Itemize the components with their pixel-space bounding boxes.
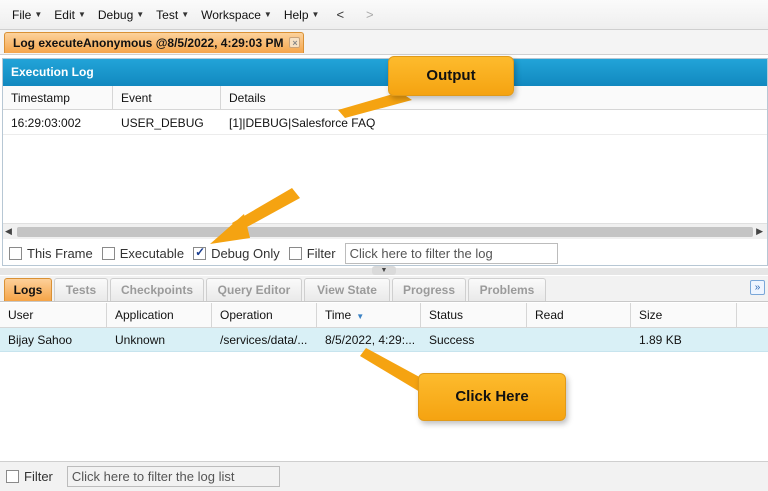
menu-test[interactable]: Test ▼ [150, 0, 195, 30]
menu-debug-label: Debug [97, 7, 134, 22]
logs-column-headers: User Application Operation Time ▼ Status … [0, 303, 768, 328]
column-header-application[interactable]: Application [107, 303, 212, 328]
menu-workspace[interactable]: Workspace ▼ [195, 0, 278, 30]
output-callout: Output [388, 56, 514, 96]
back-button[interactable]: < [325, 7, 355, 22]
this-frame-label: This Frame [27, 245, 93, 261]
forward-button[interactable]: > [355, 7, 385, 22]
menu-file-label: File [12, 7, 32, 22]
column-header-size[interactable]: Size [631, 303, 737, 328]
executable-checkbox[interactable] [101, 246, 115, 260]
menu-test-label: Test [156, 7, 179, 22]
log-tab[interactable]: Log executeAnonymous @8/5/2022, 4:29:03 … [4, 32, 305, 53]
menu-help[interactable]: Help ▼ [278, 0, 326, 30]
tab-view-state[interactable]: View State [304, 278, 390, 301]
operation-cell: /services/data/... [220, 333, 308, 347]
menu-debug[interactable]: Debug ▼ [92, 0, 150, 30]
read-cell [527, 328, 631, 352]
log-list-row[interactable]: Bijay Sahoo Unknown /services/data/... 8… [0, 328, 768, 352]
execution-log-row[interactable]: 16:29:03:002 USER_DEBUG [1]|DEBUG|Salesf… [3, 111, 767, 135]
event-cell: USER_DEBUG [121, 116, 204, 130]
details-cell: [1]|DEBUG|Salesforce FAQ [229, 116, 376, 130]
bottom-tab-bar: Logs Tests Checkpoints Query Editor View… [0, 276, 768, 302]
column-header-user[interactable]: User [0, 303, 107, 328]
menu-edit-label: Edit [54, 7, 75, 22]
column-header-read[interactable]: Read [527, 303, 631, 328]
click-here-arrow [360, 348, 425, 392]
menu-file[interactable]: File ▼ [6, 0, 48, 30]
panel-splitter[interactable]: ▼ [0, 266, 768, 275]
sort-descending-icon: ▼ [356, 312, 365, 321]
menu-bar: File ▼ Edit ▼ Debug ▼ Test ▼ Workspace ▼ Help… [0, 0, 768, 30]
time-cell: 8/5/2022, 4:29:... [325, 333, 416, 347]
tab-logs[interactable]: Logs [4, 278, 52, 301]
size-cell: 1.89 KB [639, 333, 682, 347]
this-frame-checkbox[interactable] [9, 246, 22, 260]
log-tab-label: Log executeAnonymous @8/5/2022, 4:29:03 … [13, 36, 284, 50]
log-filter-input[interactable]: Click here to filter the log [344, 242, 558, 264]
click-here-callout: Click Here [418, 373, 566, 421]
scrollbar-thumb[interactable] [17, 227, 753, 237]
application-cell: Unknown [115, 333, 166, 347]
user-cell: Bijay Sahoo [8, 333, 73, 347]
timestamp-cell: 16:29:03:002 [11, 116, 82, 130]
scroll-left-icon[interactable]: ◀ [5, 226, 12, 237]
logs-filter-bar: Filter Click here to filter the log list [0, 461, 768, 491]
horizontal-scrollbar[interactable]: ◀ ▶ [3, 223, 767, 239]
execution-log-panel: Execution Log Timestamp Event Details 16… [2, 58, 768, 266]
column-header-event[interactable]: Event [113, 86, 221, 110]
logs-filter-checkbox[interactable] [6, 470, 19, 483]
debug-only-label: Debug Only [211, 245, 280, 261]
menu-help-label: Help [283, 7, 309, 22]
editor-tab-bar: Log executeAnonymous @8/5/2022, 4:29:03 … [0, 30, 768, 55]
close-icon[interactable]: × [289, 37, 301, 48]
scroll-right-icon[interactable]: ▶ [756, 226, 763, 237]
tab-progress[interactable]: Progress [392, 278, 466, 301]
status-cell: Success [429, 333, 475, 347]
execution-log-filter-bar: This Frame Executable Debug Only Filter … [3, 241, 767, 265]
logs-filter-option[interactable]: Filter [6, 469, 53, 484]
tab-problems[interactable]: Problems [468, 278, 546, 301]
tab-tests[interactable]: Tests [54, 278, 108, 301]
log-list-filter-input[interactable]: Click here to filter the log list [66, 466, 280, 487]
caret-down-icon: ▼ [181, 10, 190, 19]
collapse-panel-icon[interactable]: » [750, 280, 765, 295]
menu-edit[interactable]: Edit ▼ [48, 0, 92, 30]
execution-log-column-headers: Timestamp Event Details [3, 86, 767, 110]
caret-down-icon: ▼ [77, 10, 86, 19]
splitter-collapse-icon[interactable]: ▼ [372, 266, 396, 275]
debug-only-checkbox[interactable] [193, 245, 207, 260]
this-frame-option[interactable]: This Frame [9, 246, 93, 261]
execution-log-title: Execution Log [3, 59, 767, 86]
menu-workspace-label: Workspace [201, 7, 261, 22]
filter-option[interactable]: Filter [288, 245, 336, 261]
caret-down-icon: ▼ [311, 10, 320, 19]
filter-checkbox[interactable] [288, 246, 302, 260]
column-header-time[interactable]: Time ▼ [317, 303, 421, 328]
column-header-timestamp[interactable]: Timestamp [3, 86, 113, 110]
debug-only-option[interactable]: Debug Only [193, 245, 280, 261]
column-header-operation[interactable]: Operation [212, 303, 317, 328]
column-header-status[interactable]: Status [421, 303, 527, 328]
logs-filter-label: Filter [24, 469, 53, 484]
tab-checkpoints[interactable]: Checkpoints [110, 278, 204, 301]
caret-down-icon: ▼ [263, 10, 272, 19]
executable-option[interactable]: Executable [101, 245, 185, 261]
caret-down-icon: ▼ [34, 10, 43, 19]
executable-label: Executable [119, 245, 185, 261]
caret-down-icon: ▼ [136, 10, 145, 19]
tab-query-editor[interactable]: Query Editor [206, 278, 302, 301]
filter-label: Filter [306, 245, 336, 261]
time-header-label: Time [325, 308, 352, 322]
